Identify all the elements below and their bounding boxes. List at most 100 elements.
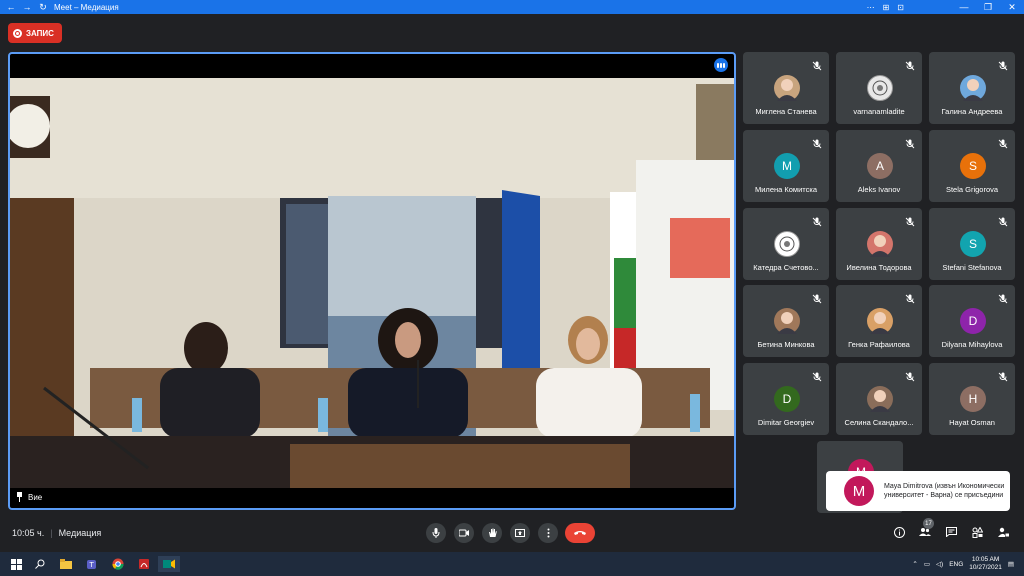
recording-badge[interactable]: ЗАПИС [8, 23, 62, 43]
participant-tile[interactable]: S Stela Grigorova [929, 130, 1015, 202]
participant-tile[interactable]: Бетина Минкова [743, 285, 829, 357]
participant-tile[interactable]: D Dilyana Mihaylova [929, 285, 1015, 357]
participant-avatar: S [960, 153, 986, 179]
leave-call-button[interactable] [565, 523, 595, 543]
mic-off-icon [905, 214, 915, 227]
mic-off-icon [905, 58, 915, 71]
meeting-details-button[interactable] [891, 524, 907, 540]
mic-off-icon [905, 369, 915, 382]
participant-avatar: H [960, 386, 986, 412]
participant-avatar [774, 231, 800, 257]
present-screen-icon [515, 529, 525, 537]
mic-off-icon [812, 214, 822, 227]
mic-off-icon [812, 291, 822, 304]
activities-icon [972, 526, 983, 538]
participant-tile[interactable]: M Милена Комитска [743, 130, 829, 202]
start-button[interactable] [8, 556, 24, 572]
present-button[interactable] [510, 523, 530, 543]
participant-tile[interactable]: Галина Андреева [929, 52, 1015, 124]
participant-avatar: A [867, 153, 893, 179]
translate-icon[interactable]: ⊞ [883, 3, 890, 12]
microphone-button[interactable] [426, 523, 446, 543]
participant-avatar [867, 75, 893, 101]
participant-name: Катедра Счетово... [753, 263, 819, 272]
chevron-up-icon[interactable]: ⌃ [912, 560, 917, 568]
back-icon[interactable]: ← [6, 0, 16, 14]
hand-icon [488, 528, 497, 537]
mic-off-icon [905, 291, 915, 304]
teams-taskbar[interactable]: T [84, 556, 100, 572]
activities-button[interactable] [969, 524, 985, 540]
main-video-tile[interactable]: Вие [8, 52, 736, 510]
participant-name: Генка Рафаилова [848, 340, 910, 349]
mic-off-icon [998, 214, 1008, 227]
folder-icon [60, 559, 72, 569]
participant-name: Галина Андреева [941, 107, 1003, 116]
participant-avatar: D [960, 308, 986, 334]
network-icon[interactable]: ▭ [924, 560, 930, 568]
people-button[interactable]: 17 [917, 518, 934, 540]
chat-button[interactable] [943, 524, 959, 540]
participant-avatar [774, 308, 800, 334]
meeting-time: 10:05 ч. [12, 528, 45, 538]
recording-label: ЗАПИС [26, 28, 54, 38]
participant-tile[interactable]: Генка Рафаилова [836, 285, 922, 357]
app-menu-icon[interactable]: ⋯ [867, 3, 875, 12]
reload-icon[interactable]: ↻ [38, 0, 48, 14]
microphone-icon [432, 528, 440, 538]
participant-name: Милена Комитска [755, 185, 817, 194]
participant-tile[interactable]: Ивелина Тодорова [836, 208, 922, 280]
participant-tile[interactable]: D Dimitar Georgiev [743, 363, 829, 435]
more-options-button[interactable] [538, 523, 558, 543]
lock-person-icon [997, 527, 1009, 537]
participant-tile[interactable]: Селина Скандало... [836, 363, 922, 435]
mic-off-icon [812, 369, 822, 382]
forward-icon[interactable]: → [22, 0, 32, 14]
mic-off-icon [998, 369, 1008, 382]
participant-name: varnanamladite [853, 107, 905, 116]
system-clock[interactable]: 10:05 AM 10/27/2021 [969, 556, 1002, 572]
meet-taskbar[interactable] [158, 556, 180, 572]
volume-icon[interactable]: ◁) [936, 560, 943, 568]
host-controls-button[interactable] [995, 524, 1011, 540]
participant-name: Hayat Osman [949, 418, 995, 427]
svg-text:T: T [89, 561, 95, 569]
search-button[interactable] [32, 556, 48, 572]
chat-icon [945, 527, 957, 537]
mic-off-icon [905, 136, 915, 149]
raise-hand-button[interactable] [482, 523, 502, 543]
speaking-indicator-icon [714, 58, 728, 72]
participant-tile[interactable]: varnanamladite [836, 52, 922, 124]
file-explorer-taskbar[interactable] [58, 556, 74, 572]
participant-name: Ивелина Тодорова [846, 263, 912, 272]
camera-button[interactable] [454, 523, 474, 543]
participant-name: Селина Скандало... [844, 418, 914, 427]
chrome-taskbar[interactable] [110, 556, 126, 572]
minimize-button[interactable]: — [952, 0, 976, 14]
participant-tile[interactable]: Катедра Счетово... [743, 208, 829, 280]
maximize-button[interactable]: ❐ [976, 0, 1000, 14]
participant-avatar: D [774, 386, 800, 412]
participant-name: Dilyana Mihaylova [941, 340, 1003, 349]
participant-tile[interactable]: S Stefani Stefanova [929, 208, 1015, 280]
participant-avatar [867, 386, 893, 412]
system-tray: ⌃ ▭ ◁) ENG 10:05 AM 10/27/2021 ▤ [912, 552, 1024, 576]
acrobat-taskbar[interactable] [136, 556, 152, 572]
window-title: Meet – Медиация [54, 2, 119, 12]
participant-name: Stela Grigorova [945, 185, 999, 194]
keyboard-language[interactable]: ENG [949, 561, 963, 568]
mic-off-icon [812, 136, 822, 149]
cast-icon[interactable]: ⊡ [897, 3, 904, 12]
notifications-icon[interactable]: ▤ [1008, 560, 1014, 568]
divider: | [50, 528, 53, 538]
info-icon [893, 526, 905, 538]
close-button[interactable]: ✕ [1000, 0, 1024, 14]
notification-text: Maya Dimitrova (извън Икономически униве… [884, 483, 1005, 499]
participant-tile[interactable]: A Aleks Ivanov [836, 130, 922, 202]
record-icon [13, 28, 22, 38]
windows-logo-icon [10, 558, 22, 570]
participant-avatar: M [774, 153, 800, 179]
participant-tile[interactable]: H Hayat Osman [929, 363, 1015, 435]
participant-avatar [774, 75, 800, 101]
participant-tile[interactable]: Миглена Станева [743, 52, 829, 124]
